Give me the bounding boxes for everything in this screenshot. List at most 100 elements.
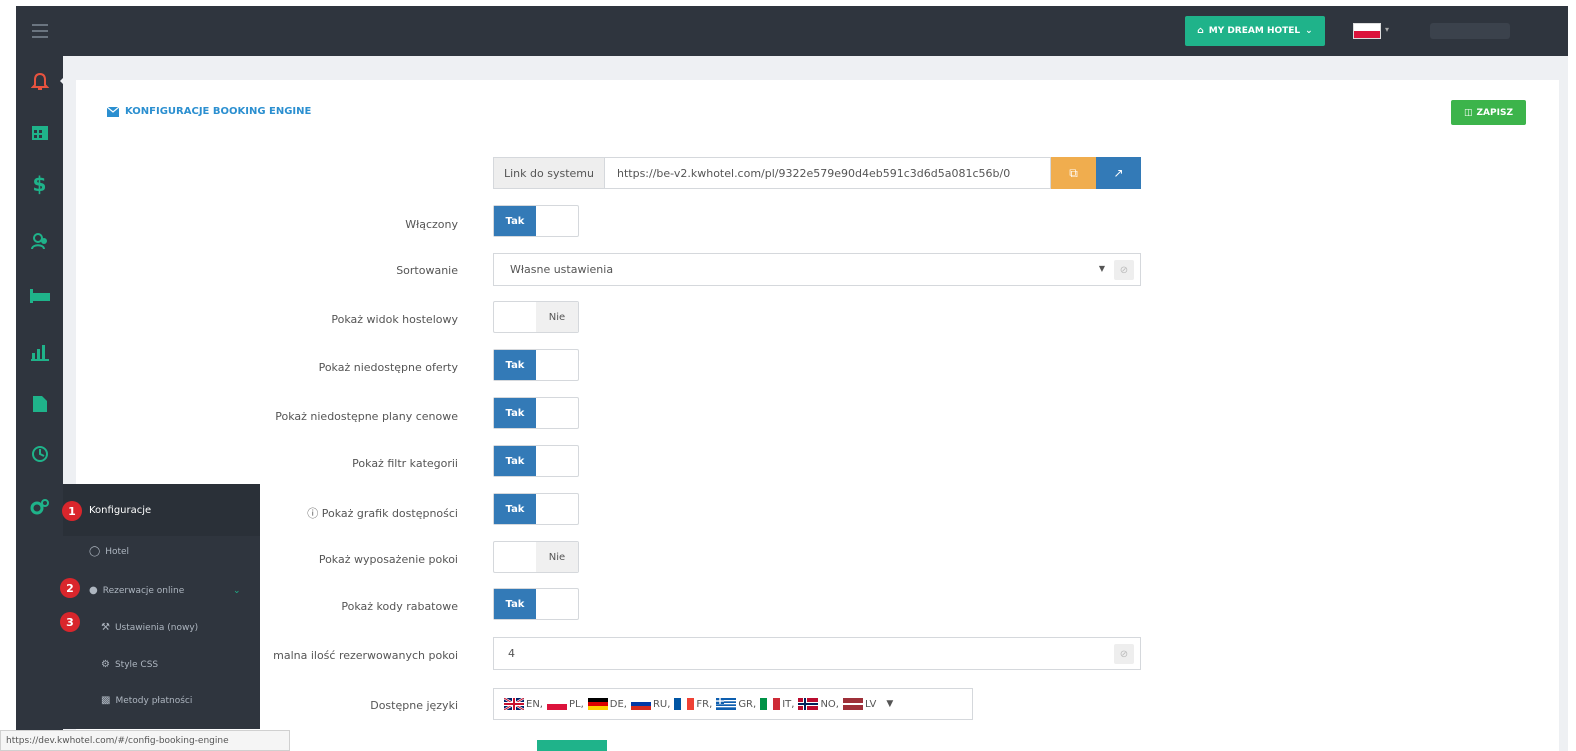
language-no-label: NO, (820, 698, 839, 710)
copy-link-button[interactable]: ⧉ (1051, 157, 1096, 189)
bell-icon[interactable] (16, 64, 63, 100)
toggle-on-label: Tak (494, 206, 536, 236)
flag-uk-icon (504, 698, 524, 710)
users-icon[interactable] (16, 223, 63, 259)
row-label-unavailable-offers: Pokaż niedostępne oferty (318, 361, 458, 374)
row-label-unavailable-rate-plans: Pokaż niedostępne plany cenowe (275, 410, 458, 423)
toggle-on-label: Tak (494, 494, 536, 524)
flag-ru-icon (630, 698, 651, 710)
sorting-select-value: Własne ustawienia (510, 263, 614, 276)
save-button-label: ZAPISZ (1476, 107, 1513, 118)
language-lv-label: LV (864, 698, 877, 710)
toggle-availability-chart[interactable]: Tak (493, 493, 579, 525)
toggle-room-amenities[interactable]: Nie (493, 541, 579, 573)
bottom-button[interactable] (537, 740, 607, 751)
card-title: KONFIGURACJE BOOKING ENGINE (107, 106, 311, 117)
toggle-unavailable-rate-plans[interactable]: Tak (493, 397, 579, 429)
floppy-disk-icon: ◫ (1464, 107, 1473, 118)
step-badge-3: 3 (60, 612, 80, 632)
save-button[interactable]: ◫ ZAPISZ (1451, 100, 1526, 125)
language-gr-label: GR, (738, 698, 757, 710)
language-pl: PL, (546, 698, 584, 710)
globe-icon: ● (89, 585, 98, 596)
system-link-input[interactable]: https://be-v2.kwhotel.com/pl/9322e579e90… (605, 157, 1051, 189)
language-fr-label: FR, (696, 698, 713, 710)
clock-icon[interactable] (16, 436, 63, 472)
max-rooms-value: 4 (508, 647, 515, 660)
hamburger-menu-icon[interactable] (32, 24, 48, 38)
open-link-button[interactable]: ↗ (1096, 157, 1141, 189)
flag-it-icon (760, 698, 781, 710)
menu-item-style-css[interactable]: ⚙ Style CSS (101, 659, 158, 670)
row-label-availability-chart-text: Pokaż grafik dostępności (321, 507, 458, 520)
bed-icon[interactable] (16, 278, 63, 314)
hotel-selector-label: MY DREAM HOTEL (1208, 26, 1301, 36)
system-link-group: Link do systemu https://be-v2.kwhotel.co… (493, 157, 1141, 189)
config-flyout-menu: Konfiguracje ◯ Hotel ● Rezerwacje online… (63, 484, 260, 729)
row-label-category-filter: Pokaż filtr kategorii (352, 457, 458, 470)
language-caret-icon[interactable]: ▾ (1385, 25, 1389, 34)
language-gr: GR, (716, 698, 756, 710)
language-lv: LV (842, 698, 877, 710)
dollar-icon[interactable]: $ (16, 166, 63, 202)
sidebar: $ (16, 56, 63, 751)
language-fr: FR, (674, 698, 712, 710)
card-title-text: KONFIGURACJE BOOKING ENGINE (125, 106, 312, 117)
languages-multiselect[interactable]: EN, PL, DE, RU, FR, GR, IT, NO, LV ▼ (493, 688, 973, 720)
language-en: EN, (504, 698, 543, 710)
language-it-label: IT, (782, 698, 795, 710)
language-en-label: EN, (526, 698, 543, 710)
home-icon: ⌂ (1197, 26, 1204, 36)
top-navbar: ⌂ MY DREAM HOTEL ⌄ ▾ (16, 6, 1568, 56)
flag-lv-icon (842, 698, 863, 710)
toggle-off-label: Nie (536, 302, 578, 332)
language-it: IT, (760, 698, 794, 710)
clear-icon[interactable]: ⊘ (1114, 260, 1134, 280)
chevron-down-icon: ▼ (1098, 264, 1105, 273)
language-flag-pl-icon[interactable] (1353, 23, 1381, 39)
external-link-icon: ↗ (1113, 166, 1124, 180)
toggle-on-label: Tak (494, 589, 536, 619)
sidebar-active-pointer (60, 74, 67, 88)
menu-item-settings-new[interactable]: ⚒ Ustawienia (nowy) (101, 622, 198, 633)
toggle-hostel-view[interactable]: Nie (493, 301, 579, 333)
bar-chart-icon[interactable] (16, 334, 63, 370)
language-ru: RU, (630, 698, 670, 710)
toggle-category-filter[interactable]: Tak (493, 445, 579, 477)
file-icon[interactable] (16, 386, 63, 422)
menu-item-payment-methods[interactable]: ▩ Metody płatności (101, 695, 192, 706)
menu-item-style-css-label: Style CSS (114, 659, 159, 670)
calendar-icon[interactable] (16, 114, 63, 150)
toggle-unavailable-offers[interactable]: Tak (493, 349, 579, 381)
row-label-enabled: Włączony (405, 218, 458, 231)
toggle-discount-codes[interactable]: Tak (493, 588, 579, 620)
menu-item-online-reservations[interactable]: ● Rezerwacje online (89, 585, 184, 596)
flag-gr-icon (716, 698, 737, 710)
toggle-enabled[interactable]: Tak (493, 205, 579, 237)
cogs-icon[interactable] (16, 489, 63, 525)
flag-no-icon (798, 698, 819, 710)
language-pl-label: PL, (568, 698, 584, 710)
user-menu[interactable] (1430, 23, 1510, 39)
credit-card-icon: ▩ (101, 695, 111, 706)
max-rooms-input[interactable]: 4 ⊘ (493, 637, 1141, 670)
flyout-title[interactable]: Konfiguracje (89, 505, 151, 516)
menu-item-online-reservations-label: Rezerwacje online (102, 585, 185, 596)
toggle-on-label: Tak (494, 350, 536, 380)
menu-item-settings-new-label: Ustawienia (nowy) (114, 622, 199, 633)
language-no: NO, (798, 698, 839, 710)
hotel-selector-button[interactable]: ⌂ MY DREAM HOTEL ⌄ (1185, 16, 1325, 46)
menu-item-hotel[interactable]: ◯ Hotel (89, 546, 129, 557)
step-badge-1: 1 (62, 501, 82, 521)
chevron-down-icon[interactable]: ▼ (886, 699, 893, 709)
copy-icon: ⧉ (1069, 165, 1078, 180)
cogs-icon: ⚙ (101, 659, 110, 670)
step-badge-2: 2 (60, 578, 80, 598)
language-de-label: DE, (609, 698, 627, 710)
wrench-icon: ⚒ (101, 622, 110, 633)
menu-item-payment-methods-label: Metody płatności (115, 695, 193, 706)
system-link-label: Link do systemu (493, 157, 605, 189)
sorting-select[interactable]: Własne ustawienia ▼ ⊘ (493, 253, 1141, 286)
info-icon[interactable]: ⓘ (307, 507, 318, 520)
clear-icon[interactable]: ⊘ (1114, 644, 1134, 664)
